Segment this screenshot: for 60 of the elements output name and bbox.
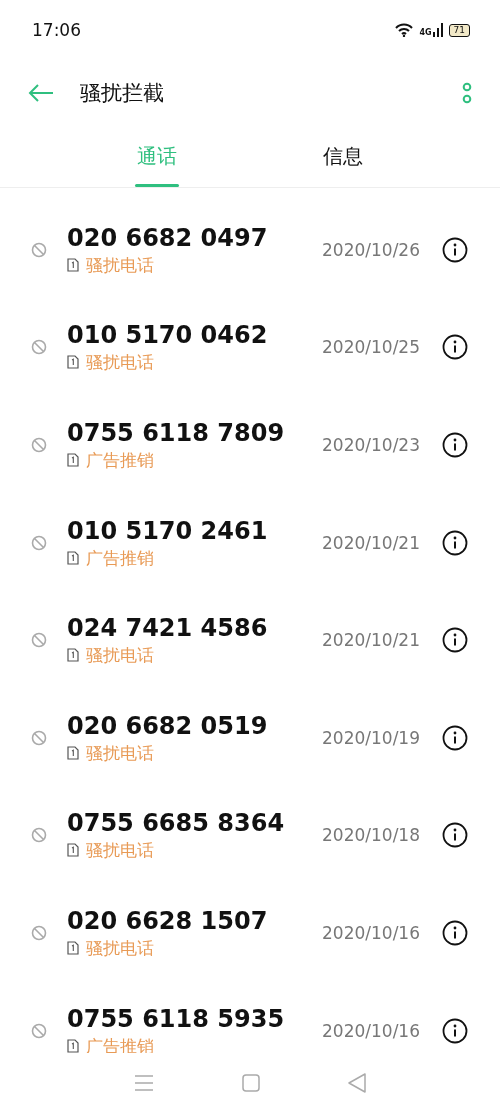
block-icon (31, 534, 47, 551)
phone-number: 020 6682 0519 (67, 710, 268, 741)
call-date: 2020/10/26 (322, 239, 420, 260)
info-icon[interactable] (442, 822, 468, 849)
block-icon (31, 632, 47, 649)
network-label: 4G (419, 29, 432, 37)
sim-card-icon (67, 453, 79, 467)
sim-card-icon (67, 843, 79, 858)
info-icon[interactable] (442, 529, 468, 556)
page-title: 骚扰拦截 (80, 80, 164, 107)
sim-card-icon (67, 257, 79, 272)
info-icon[interactable] (442, 432, 468, 458)
info-icon[interactable] (442, 724, 468, 751)
phone-number: 0755 6118 7809 (67, 418, 285, 448)
sim-card-icon (67, 1038, 79, 1053)
call-date: 2020/10/21 (322, 630, 420, 651)
phone-number: 0755 6685 8364 (67, 808, 285, 839)
call-tag: 广告推销 (86, 545, 154, 570)
block-icon (31, 437, 47, 453)
battery-level: 71 (448, 23, 470, 37)
sim-card-icon (67, 940, 79, 955)
call-tag: 骚扰电话 (86, 252, 154, 277)
call-date: 2020/10/21 (322, 532, 420, 553)
phone-number: 020 6628 1507 (67, 905, 268, 936)
call-tag: 骚扰电话 (86, 740, 154, 765)
phone-number: 010 5170 0462 (67, 320, 268, 351)
status-time: 17:06 (32, 20, 81, 40)
call-date: 2020/10/18 (322, 825, 420, 846)
call-date: 2020/10/23 (322, 435, 420, 455)
signal-icon (432, 23, 443, 37)
phone-number: 010 5170 2461 (67, 515, 268, 546)
call-date: 2020/10/16 (322, 922, 420, 943)
phone-number: 0755 6118 5935 (67, 1003, 285, 1034)
call-tag: 骚扰电话 (86, 643, 154, 668)
block-icon (31, 339, 47, 356)
block-icon (31, 729, 47, 746)
call-date: 2020/10/25 (322, 337, 420, 358)
phone-number: 020 6682 0497 (67, 222, 268, 253)
call-tag: 骚扰电话 (86, 935, 154, 960)
call-date: 2020/10/19 (322, 727, 420, 748)
info-icon[interactable] (442, 1017, 468, 1044)
block-icon (31, 241, 47, 258)
call-date: 2020/10/16 (322, 1020, 420, 1041)
block-icon (31, 827, 47, 844)
info-icon[interactable] (442, 236, 468, 263)
block-icon (31, 1022, 47, 1039)
info-icon[interactable] (442, 334, 468, 361)
info-icon[interactable] (442, 919, 468, 946)
phone-number: 024 7421 4586 (67, 613, 268, 644)
call-tag: 骚扰电话 (86, 838, 154, 863)
call-tag: 广告推销 (86, 448, 154, 472)
block-icon (31, 924, 47, 941)
call-tag: 骚扰电话 (86, 350, 154, 375)
sim-card-icon (67, 648, 79, 663)
tab[interactable]: 信息 (253, 126, 433, 187)
wifi-icon (395, 23, 414, 37)
sim-card-icon (67, 550, 79, 565)
sim-card-icon (67, 745, 79, 760)
info-icon[interactable] (442, 627, 468, 654)
sim-card-icon (67, 355, 79, 370)
